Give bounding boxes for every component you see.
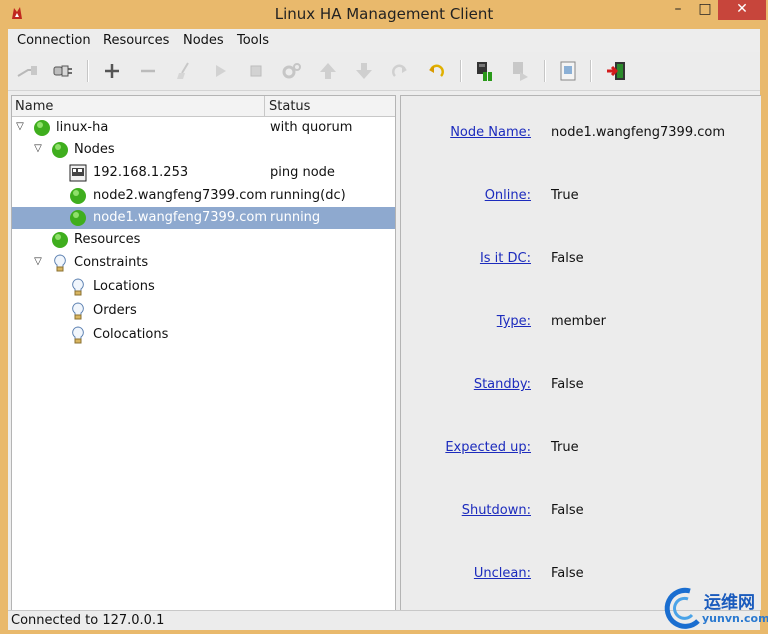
client-area: Connection Resources Nodes Tools Name St… (8, 29, 761, 630)
disconnect-icon[interactable] (50, 59, 74, 83)
stop-icon[interactable] (244, 59, 268, 83)
tree-row-linux-ha[interactable]: ▽ linux-ha with quorum (12, 117, 395, 139)
collapse-arrow-icon[interactable]: ▽ (32, 143, 44, 155)
title-bar: Linux HA Management Client – □ ✕ (0, 0, 768, 28)
tree-label: node1.wangfeng7399.com (93, 210, 267, 225)
activate-node-icon[interactable] (508, 59, 532, 83)
column-status-header[interactable]: Status (269, 99, 310, 114)
cleanup-broom-icon[interactable] (172, 59, 196, 83)
collapse-arrow-icon[interactable]: ▽ (32, 256, 44, 268)
toolbar-separator (544, 60, 546, 82)
tree-label: linux-ha (56, 120, 109, 135)
menu-connection[interactable]: Connection (17, 33, 91, 48)
tree-label: Colocations (93, 327, 169, 342)
detail-value-shutdown: False (551, 503, 584, 518)
tree-row-node2[interactable]: node2.wangfeng7399.com running(dc) (12, 185, 395, 207)
detail-label-type[interactable]: Type: (497, 314, 531, 329)
green-status-icon (70, 210, 86, 226)
detail-label-expected-up[interactable]: Expected up: (445, 440, 531, 455)
toolbar-separator (590, 60, 592, 82)
minimize-button[interactable]: – (664, 0, 692, 20)
detail-value-type: member (551, 314, 606, 329)
detail-label-unclean[interactable]: Unclean: (474, 566, 531, 581)
green-status-icon (52, 232, 68, 248)
remove-icon[interactable] (136, 59, 160, 83)
tree-row-node1-selected[interactable]: node1.wangfeng7399.com running (12, 207, 395, 229)
tree-row-constraints[interactable]: ▽ Constraints (12, 252, 395, 274)
column-divider[interactable] (264, 96, 265, 116)
standby-node-icon[interactable] (472, 59, 496, 83)
tree-header: Name Status (12, 96, 395, 117)
tree-status: running(dc) (270, 188, 346, 203)
status-bar: Connected to 127.0.0.1 (8, 610, 760, 630)
ping-node-icon (69, 164, 87, 182)
maximize-button[interactable]: □ (692, 0, 718, 20)
green-status-icon (70, 188, 86, 204)
collapse-arrow-icon[interactable]: ▽ (14, 121, 26, 133)
detail-value-online: True (551, 188, 579, 203)
tree-label: Constraints (74, 255, 149, 270)
lightbulb-icon (72, 278, 84, 296)
tree-status: ping node (270, 165, 335, 180)
redo-icon[interactable] (388, 59, 412, 83)
lightbulb-icon (54, 254, 66, 272)
start-icon[interactable] (208, 59, 232, 83)
cluster-tree-panel: Name Status ▽ linux-ha with quorum ▽ Nod… (11, 95, 396, 611)
menu-tools[interactable]: Tools (237, 33, 269, 48)
tree-row-colocations[interactable]: Colocations (12, 324, 395, 346)
detail-label-standby[interactable]: Standby: (474, 377, 531, 392)
close-button[interactable]: ✕ (718, 0, 766, 20)
node-details-panel: Node Name: node1.wangfeng7399.com Online… (400, 95, 761, 610)
watermark-en-text: yunvn.com (702, 612, 768, 625)
migrate-gears-icon[interactable] (280, 59, 304, 83)
lightbulb-icon (72, 302, 84, 320)
add-icon[interactable] (100, 59, 124, 83)
tree-row-orders[interactable]: Orders (12, 300, 395, 322)
tree-row-ping-node[interactable]: 192.168.1.253 ping node (12, 162, 395, 184)
tree-row-locations[interactable]: Locations (12, 276, 395, 298)
green-status-icon (52, 142, 68, 158)
toolbar-separator (87, 60, 89, 82)
undo-icon[interactable] (424, 59, 448, 83)
toolbar (8, 52, 760, 91)
detail-value-node-name: node1.wangfeng7399.com (551, 125, 725, 140)
tree-status: running (270, 210, 321, 225)
green-status-icon (34, 120, 50, 136)
detail-label-online[interactable]: Online: (485, 188, 531, 203)
site-watermark: 运维网 yunvn.com (660, 585, 768, 633)
watermark-cn-text: 运维网 (704, 593, 755, 613)
detail-value-is-dc: False (551, 251, 584, 266)
menu-bar: Connection Resources Nodes Tools (8, 29, 760, 51)
move-up-icon[interactable] (316, 59, 340, 83)
detail-label-shutdown[interactable]: Shutdown: (462, 503, 531, 518)
tree-row-resources[interactable]: Resources (12, 229, 395, 251)
detail-value-expected-up: True (551, 440, 579, 455)
tree-label: Resources (74, 232, 141, 247)
menu-resources[interactable]: Resources (103, 33, 169, 48)
tree-label: Orders (93, 303, 137, 318)
column-name-header[interactable]: Name (15, 99, 53, 114)
detail-label-is-dc[interactable]: Is it DC: (480, 251, 531, 266)
detail-value-unclean: False (551, 566, 584, 581)
tree-row-nodes[interactable]: ▽ Nodes (12, 139, 395, 161)
app-window: Linux HA Management Client – □ ✕ Connect… (0, 0, 768, 634)
tree-label: Locations (93, 279, 155, 294)
lightbulb-icon (72, 326, 84, 344)
window-title: Linux HA Management Client (274, 5, 494, 23)
watermark-logo-icon (664, 587, 700, 629)
tree-label: Nodes (74, 142, 115, 157)
connection-status: Connected to 127.0.0.1 (11, 613, 165, 628)
tree-label: node2.wangfeng7399.com (93, 188, 267, 203)
tree-label: 192.168.1.253 (93, 165, 189, 180)
view-xml-icon[interactable] (556, 59, 580, 83)
move-down-icon[interactable] (352, 59, 376, 83)
menu-nodes[interactable]: Nodes (183, 33, 224, 48)
toolbar-separator (460, 60, 462, 82)
exit-icon[interactable] (604, 59, 628, 83)
detail-value-standby: False (551, 377, 584, 392)
detail-label-node-name[interactable]: Node Name: (450, 125, 531, 140)
connect-icon[interactable] (16, 59, 40, 83)
tree-status: with quorum (270, 120, 353, 135)
